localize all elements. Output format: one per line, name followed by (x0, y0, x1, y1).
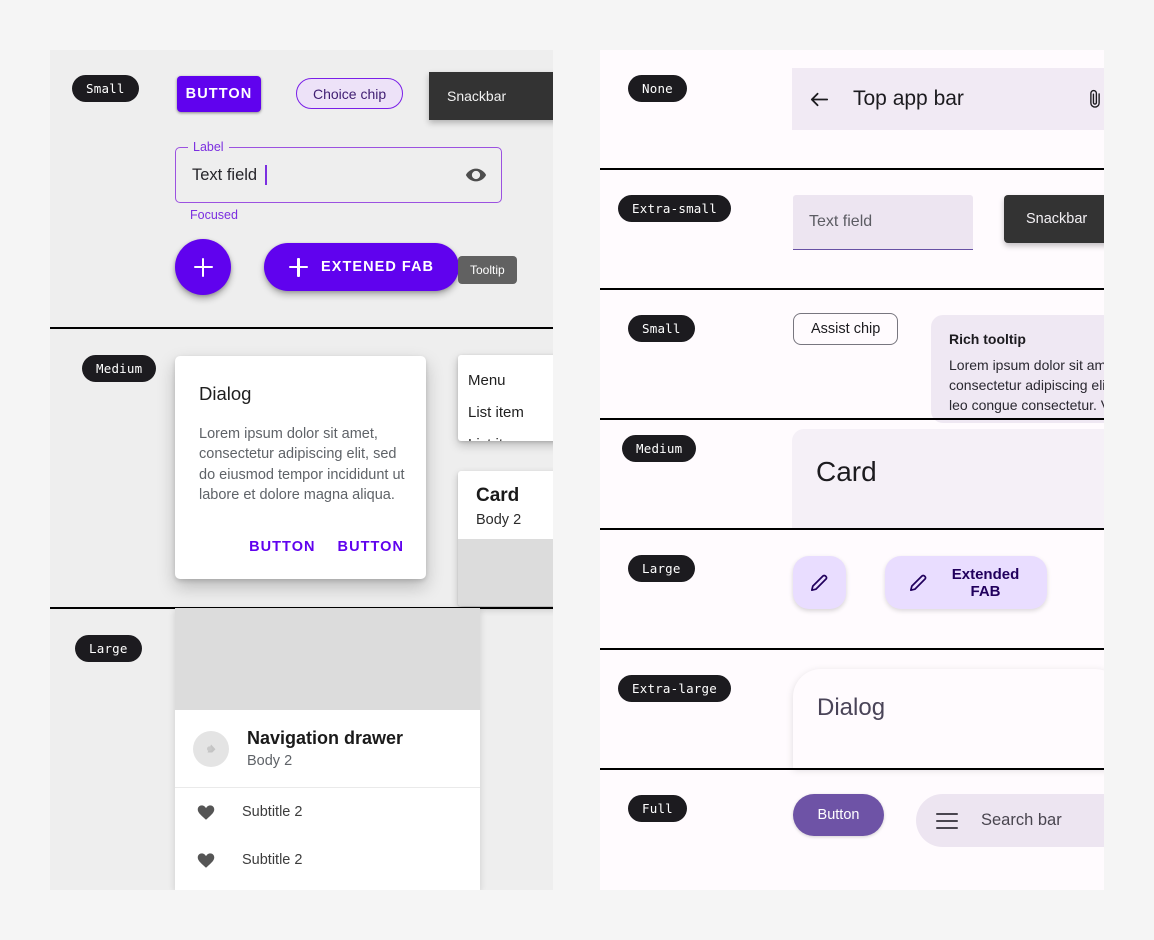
hamburger-icon[interactable] (936, 812, 958, 829)
size-label-large-left: Large (75, 635, 142, 662)
dialog-button-2[interactable]: BUTTON (336, 535, 406, 559)
size-label-extra-large: Extra-large (618, 675, 731, 702)
screenshot-root: Small BUTTON Choice chip Snackbar Label … (0, 0, 1154, 940)
menu-item[interactable]: List item (458, 396, 553, 428)
text-field-group: Label Text field Focused (175, 140, 502, 222)
rich-tooltip-body: Lorem ipsum dolor sit amet, consectetur … (949, 357, 1104, 413)
row-divider (600, 648, 1104, 650)
text-field-value-row: Text field (192, 165, 267, 185)
floating-action-button[interactable] (175, 239, 231, 295)
text-field-outline[interactable]: Label Text field (175, 140, 502, 203)
text-field-helper-text: Focused (190, 208, 238, 222)
menu-header[interactable]: Menu (458, 364, 553, 396)
arrow-back-icon[interactable] (808, 88, 831, 111)
row-divider (600, 168, 1104, 170)
size-label-small-left: Small (72, 75, 139, 102)
size-label-small-right: Small (628, 315, 695, 342)
size-label-medium-left: Medium (82, 355, 157, 382)
card-subtitle: Body 2 (476, 512, 522, 528)
search-bar[interactable]: Search bar (916, 794, 1104, 847)
navigation-drawer: Navigation drawer Body 2 Subtitle 2 Subt… (175, 608, 480, 890)
row-divider (600, 528, 1104, 530)
extended-fab-label: EXTENED FAB (321, 259, 435, 275)
size-label-medium-right: Medium (622, 435, 697, 462)
extended-fab[interactable]: EXTENED FAB (264, 243, 460, 291)
filled-button[interactable]: Button (793, 794, 884, 836)
plus-icon (193, 257, 213, 277)
size-label-extra-small: Extra-small (618, 195, 731, 222)
pencil-icon (808, 571, 831, 594)
plus-icon (289, 257, 308, 277)
right-panel-m3: None Top app bar Extra-small Text field … (600, 50, 1104, 890)
drawer-title: Navigation drawer (247, 728, 404, 748)
snackbar: Snackbar (1004, 195, 1104, 243)
card[interactable]: Card Body 2 (458, 471, 553, 606)
card-title: Card (816, 456, 877, 487)
drawer-item-label: Subtitle 2 (242, 852, 303, 868)
heart-icon (195, 849, 217, 871)
dialog-title: Dialog (199, 383, 252, 404)
extended-fab-label: Extended FAB (951, 565, 1020, 600)
dialog-body: Lorem ipsum dolor sit amet, consectetur … (199, 426, 405, 504)
extended-fab[interactable]: Extended FAB (885, 556, 1047, 609)
drawer-hero-image (175, 608, 480, 710)
card-media (458, 539, 553, 606)
choice-chip[interactable]: Choice chip (296, 78, 404, 109)
eye-icon[interactable] (465, 164, 487, 186)
card[interactable]: Card (792, 429, 1104, 528)
dialog: Dialog Lorem ipsum dolor sit amet, conse… (175, 356, 426, 579)
drawer-header-text: Navigation drawer Body 2 (247, 728, 403, 769)
drawer-subtitle: Body 2 (247, 753, 293, 769)
top-app-bar: Top app bar (792, 68, 1104, 130)
dialog-actions: BUTTON BUTTON (247, 535, 406, 559)
row-divider (600, 288, 1104, 290)
row-divider (50, 327, 553, 329)
row-divider (600, 418, 1104, 420)
app-bar-title: Top app bar (853, 87, 964, 110)
snackbar: Snackbar (429, 72, 553, 120)
filled-button[interactable]: BUTTON (177, 76, 261, 112)
drawer-list-item[interactable]: Subtitle 2 (175, 836, 480, 884)
size-label-none: None (628, 75, 687, 102)
card-title: Card (476, 485, 520, 506)
drawer-header: Navigation drawer Body 2 (175, 710, 480, 788)
heart-icon (195, 801, 217, 823)
size-label-large-right: Large (628, 555, 695, 582)
tooltip: Tooltip (458, 256, 517, 284)
left-panel-m2: Small BUTTON Choice chip Snackbar Label … (50, 50, 553, 890)
drawer-item-label: Subtitle 2 (242, 804, 303, 820)
menu: Menu List item List item (458, 355, 553, 441)
text-field[interactable]: Text field (793, 195, 973, 250)
rich-tooltip-title: Rich tooltip (949, 331, 1026, 347)
menu-item[interactable]: List item (458, 428, 553, 442)
avatar (193, 730, 229, 767)
text-cursor (265, 165, 267, 185)
rich-tooltip: Rich tooltip Lorem ipsum dolor sit amet,… (931, 315, 1104, 423)
drawer-list-item[interactable]: Subtitle 2 (175, 788, 480, 836)
size-label-full: Full (628, 795, 687, 822)
text-field-label: Label (188, 140, 229, 154)
dialog: Dialog (793, 669, 1104, 768)
dialog-title: Dialog (817, 694, 886, 721)
assist-chip[interactable]: Assist chip (793, 313, 899, 345)
floating-action-button[interactable] (793, 556, 846, 609)
dialog-button-1[interactable]: BUTTON (247, 535, 317, 559)
text-field-value: Text field (192, 165, 258, 184)
search-bar-placeholder: Search bar (981, 811, 1062, 829)
pencil-icon (907, 571, 930, 594)
row-divider (600, 768, 1104, 770)
attachment-icon[interactable] (1084, 88, 1104, 110)
